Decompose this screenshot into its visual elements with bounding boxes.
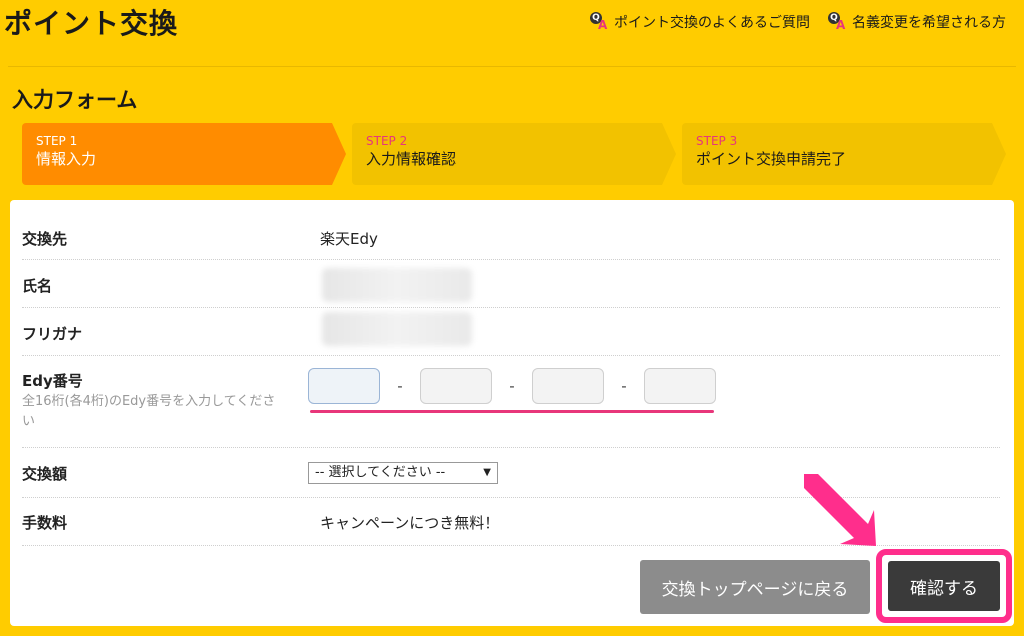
form-card: 交換先 楽天Edy 氏名 フリガナ Edy番号 全16桁(各4桁)のEdy番号を…: [10, 200, 1014, 626]
chevron-down-icon: ▼: [483, 467, 491, 478]
amount-select[interactable]: -- 選択してください -- ▼: [308, 462, 498, 484]
page-title: ポイント交換: [4, 7, 179, 40]
edy-field-2[interactable]: [420, 368, 492, 404]
furigana-value-redacted: [322, 312, 472, 346]
edy-separator: -: [621, 377, 627, 395]
step-3-number: STEP 3: [696, 134, 738, 148]
exchange-to-label: 交換先: [22, 230, 68, 248]
back-to-top-button[interactable]: 交換トップページに戻る: [640, 560, 870, 614]
step-3: STEP 3 ポイント交換申請完了: [682, 123, 1006, 185]
edy-hint: 全16桁(各4桁)のEdy番号を入力してください: [22, 394, 276, 429]
exchange-to-value: 楽天Edy: [320, 230, 378, 248]
name-change-link[interactable]: QA 名義変更を希望される方: [828, 12, 1006, 32]
row-furigana: フリガナ: [22, 308, 1000, 356]
confirm-highlight-frame: 確認する: [876, 549, 1012, 623]
step-2-label: 入力情報確認: [366, 150, 457, 168]
confirm-button[interactable]: 確認する: [888, 561, 1000, 611]
edy-field-3[interactable]: [532, 368, 604, 404]
header-links: QA ポイント交換のよくあるご質問 QA 名義変更を希望される方: [590, 12, 1006, 32]
edy-label: Edy番号: [22, 372, 83, 390]
faq-link[interactable]: QA ポイント交換のよくあるご質問: [590, 12, 810, 32]
faq-link-label: ポイント交換のよくあるご質問: [614, 15, 810, 31]
fee-label: 手数料: [22, 514, 68, 532]
amount-select-value: -- 選択してください --: [315, 465, 446, 480]
edy-number-fields: - - -: [308, 368, 716, 404]
edy-field-4[interactable]: [644, 368, 716, 404]
name-change-link-label: 名義変更を希望される方: [852, 15, 1006, 31]
pointer-arrow-icon: [804, 474, 876, 546]
edy-separator: -: [397, 377, 403, 395]
step-1-number: STEP 1: [36, 134, 78, 148]
step-indicator: STEP 1 情報入力 STEP 2 入力情報確認 STEP 3 ポイント交換申…: [22, 123, 1006, 185]
header-divider: [8, 66, 1016, 67]
step-2-number: STEP 2: [366, 134, 408, 148]
step-1: STEP 1 情報入力: [22, 123, 346, 185]
step-2: STEP 2 入力情報確認: [352, 123, 676, 185]
edy-highlight-underline: [310, 410, 714, 413]
qa-icon: QA: [590, 12, 610, 32]
amount-label: 交換額: [22, 465, 68, 483]
name-label: 氏名: [22, 277, 53, 295]
step-1-label: 情報入力: [36, 150, 97, 168]
qa-icon: QA: [828, 12, 848, 32]
furigana-label: フリガナ: [22, 325, 83, 343]
step-3-label: ポイント交換申請完了: [696, 150, 847, 168]
edy-field-1[interactable]: [308, 368, 380, 404]
form-title: 入力フォーム: [12, 88, 138, 112]
row-exchange-to: 交換先 楽天Edy: [22, 220, 1000, 260]
edy-separator: -: [509, 377, 515, 395]
name-value-redacted: [322, 268, 472, 302]
fee-value: キャンペーンにつき無料！: [320, 514, 500, 532]
row-name: 氏名: [22, 260, 1000, 308]
